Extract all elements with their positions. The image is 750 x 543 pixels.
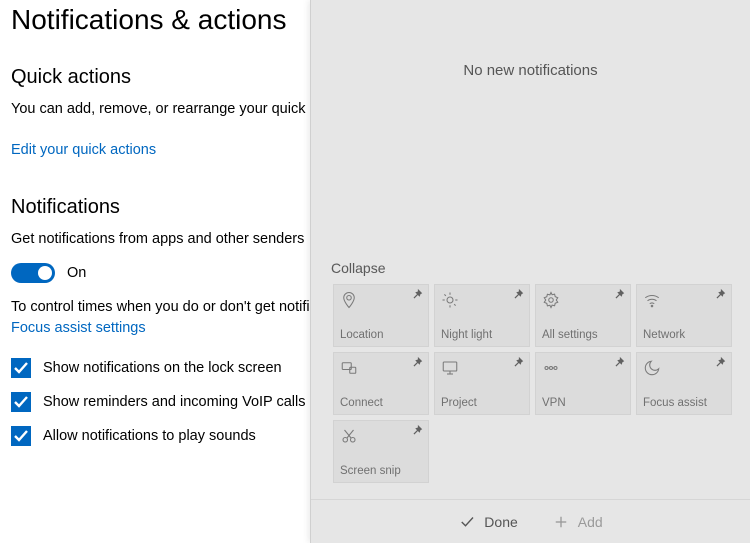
checkmark-icon: [11, 358, 31, 378]
pin-icon: [410, 356, 424, 370]
tile-network[interactable]: Network: [636, 284, 732, 347]
checkbox-lock-screen-notifs[interactable]: [11, 358, 31, 378]
tile-label: VPN: [542, 397, 624, 410]
get-notifications-toggle[interactable]: [11, 263, 55, 283]
tile-label: Network: [643, 329, 725, 342]
pin-icon: [410, 424, 424, 438]
tile-label: Project: [441, 397, 523, 410]
tile-connect[interactable]: Connect: [333, 352, 429, 415]
no-notifications-message: No new notifications: [311, 0, 750, 140]
tile-label: Focus assist: [643, 397, 725, 410]
wifi-icon: [643, 291, 661, 309]
focus-assist-settings-link[interactable]: Focus assist settings: [11, 320, 146, 336]
action-center-flyout: No new notifications Collapse Location N…: [310, 0, 750, 543]
tile-focus-assist[interactable]: Focus assist: [636, 352, 732, 415]
tile-all-settings[interactable]: All settings: [535, 284, 631, 347]
done-label: Done: [484, 514, 517, 530]
flyout-footer: Done Add: [311, 499, 750, 543]
checkmark-icon: [11, 426, 31, 446]
toggle-state-label: On: [67, 265, 86, 281]
tile-label: All settings: [542, 329, 624, 342]
checkmark-icon: [458, 513, 476, 531]
pin-icon: [713, 288, 727, 302]
edit-quick-actions-link[interactable]: Edit your quick actions: [11, 142, 156, 158]
pin-icon: [511, 288, 525, 302]
tile-vpn[interactable]: VPN: [535, 352, 631, 415]
pin-icon: [713, 356, 727, 370]
tile-screen-snip[interactable]: Screen snip: [333, 420, 429, 483]
checkbox-label: Allow notifications to play sounds: [43, 428, 256, 444]
plus-icon: [552, 513, 570, 531]
pin-icon: [511, 356, 525, 370]
quick-action-tiles: Location Night light All settings Networ…: [311, 284, 750, 483]
pin-icon: [612, 288, 626, 302]
checkmark-icon: [11, 392, 31, 412]
moon-icon: [643, 359, 661, 377]
add-button[interactable]: Add: [552, 513, 603, 531]
project-icon: [441, 359, 459, 377]
tile-label: Location: [340, 329, 422, 342]
tile-label: Night light: [441, 329, 523, 342]
tile-location[interactable]: Location: [333, 284, 429, 347]
connect-icon: [340, 359, 358, 377]
add-label: Add: [578, 514, 603, 530]
location-icon: [340, 291, 358, 309]
checkbox-label: Show notifications on the lock screen: [43, 360, 282, 376]
tile-label: Screen snip: [340, 465, 422, 478]
tile-label: Connect: [340, 397, 422, 410]
tile-project[interactable]: Project: [434, 352, 530, 415]
checkbox-reminders-voip[interactable]: [11, 392, 31, 412]
done-button[interactable]: Done: [458, 513, 517, 531]
tile-night-light[interactable]: Night light: [434, 284, 530, 347]
pin-icon: [612, 356, 626, 370]
collapse-button[interactable]: Collapse: [311, 260, 750, 284]
pin-icon: [410, 288, 424, 302]
night-light-icon: [441, 291, 459, 309]
checkbox-play-sounds[interactable]: [11, 426, 31, 446]
vpn-icon: [542, 359, 560, 377]
snip-icon: [340, 427, 358, 445]
gear-icon: [542, 291, 560, 309]
flyout-spacer: [311, 140, 750, 260]
